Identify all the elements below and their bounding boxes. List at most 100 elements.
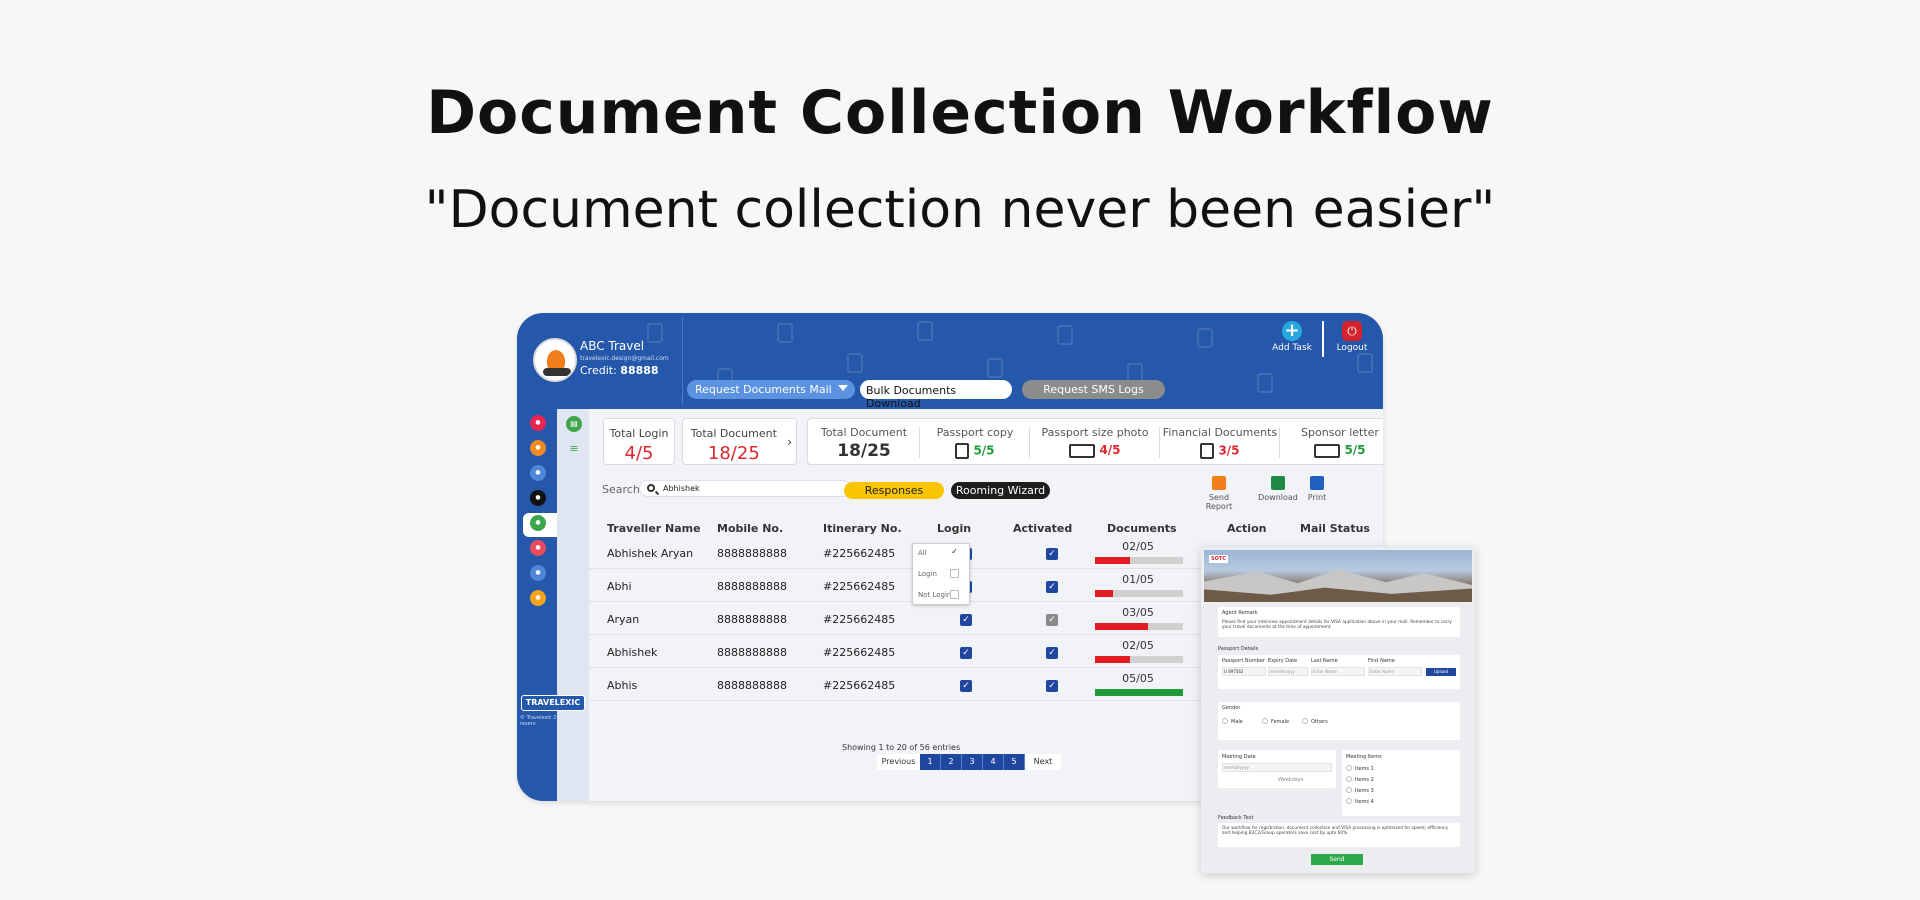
gender-radio-others[interactable] xyxy=(1302,718,1308,724)
login-checkbox[interactable]: ✓ xyxy=(960,680,972,692)
documents-progress-bar xyxy=(1095,557,1183,564)
itinerary-number: #225662485 xyxy=(823,679,896,692)
meeting-item-radio[interactable] xyxy=(1346,765,1352,771)
documents-progress-bar xyxy=(1095,590,1183,597)
activated-checkbox[interactable]: ✓ xyxy=(1046,581,1058,593)
not-login-filter-checkbox[interactable] xyxy=(950,590,959,599)
dashboard-icon[interactable]: ● xyxy=(530,415,546,431)
sub-nav-list-icon[interactable]: ≡ xyxy=(566,441,582,457)
gender-radio-female[interactable] xyxy=(1262,718,1268,724)
users-icon[interactable]: ● xyxy=(530,515,546,531)
upload-button[interactable]: Upload xyxy=(1426,668,1456,676)
chevron-right-icon[interactable]: › xyxy=(787,435,792,449)
add-task-label: Add Task xyxy=(1272,343,1312,353)
printer-icon xyxy=(1310,476,1324,490)
doc-col: Sponsor letter 5/5 xyxy=(1280,419,1383,466)
headline: Document Collection Workflow xyxy=(426,78,1494,148)
table-header: Traveller Name xyxy=(607,522,701,535)
login-checkbox[interactable]: ✓ xyxy=(960,647,972,659)
mail-icon xyxy=(1212,476,1226,490)
checkmark-icon[interactable]: ✓ xyxy=(950,548,959,557)
documents-count: 02/05 xyxy=(1122,639,1154,652)
doc-col-label: Financial Documents xyxy=(1162,426,1278,439)
documents-progress-bar xyxy=(1095,656,1183,663)
documents-progress-bar xyxy=(1095,689,1183,696)
feedback-box[interactable]: Our workflow for registration, document … xyxy=(1218,823,1460,847)
request-sms-logs-button[interactable]: Request SMS Logs xyxy=(1022,380,1165,399)
first-name-field[interactable]: Enter Name xyxy=(1368,667,1422,676)
documents-count: 01/05 xyxy=(1122,573,1154,586)
rooming-wizard-button[interactable]: Rooming Wizard xyxy=(951,482,1050,499)
logout-button[interactable]: ⏻ Logout xyxy=(1333,321,1371,353)
expiry-date-field[interactable]: mm/dd/yyyy xyxy=(1268,667,1308,676)
previous-button[interactable]: Previous xyxy=(877,754,920,770)
page-number-button[interactable]: 1 xyxy=(920,754,941,770)
documents-count: 02/05 xyxy=(1122,540,1154,553)
sub-nav-bus-icon[interactable]: ▤ xyxy=(566,416,582,432)
print-button[interactable]: Print xyxy=(1295,476,1339,502)
login-filter-option[interactable]: Login xyxy=(918,570,937,578)
feedback-label: Feedback Text xyxy=(1218,815,1254,821)
page-number-button[interactable]: 5 xyxy=(1004,754,1025,770)
activated-checkbox[interactable]: ✓ xyxy=(1046,548,1058,560)
total-document-card[interactable]: Total Document 18/25 › xyxy=(682,418,797,465)
page-number-button[interactable]: 4 xyxy=(983,754,1004,770)
send-report-button[interactable]: Send Report xyxy=(1197,476,1241,511)
tag-icon[interactable]: ● xyxy=(530,540,546,556)
page-number-button[interactable]: 3 xyxy=(962,754,983,770)
login-filter-option[interactable]: Not Login xyxy=(918,591,951,599)
send-button[interactable]: Send xyxy=(1311,854,1363,865)
documents-count: 03/05 xyxy=(1122,606,1154,619)
last-name-label: Last Name xyxy=(1311,658,1338,664)
share-icon[interactable]: ● xyxy=(530,565,546,581)
trophy-icon[interactable]: ● xyxy=(530,440,546,456)
meeting-date-hint: Weekdays xyxy=(1278,777,1304,783)
traveller-name: Abhishek xyxy=(607,646,658,659)
people-icon[interactable]: ● xyxy=(530,465,546,481)
passport-number-field[interactable]: U 897562 xyxy=(1222,667,1266,676)
meeting-item-radio[interactable] xyxy=(1346,776,1352,782)
table-header: Mail Status xyxy=(1300,522,1370,535)
credit-display: Credit: 88888 xyxy=(580,364,659,377)
doc-col-label: Passport copy xyxy=(936,426,1014,439)
activated-checkbox[interactable]: ✓ xyxy=(1046,680,1058,692)
add-task-button[interactable]: + Add Task xyxy=(1272,321,1312,353)
login-filter-option[interactable]: All xyxy=(918,549,927,557)
credit-value: 88888 xyxy=(620,364,659,377)
itinerary-number: #225662485 xyxy=(823,547,896,560)
download-button[interactable]: Download xyxy=(1256,476,1300,502)
edit-icon[interactable]: ● xyxy=(530,590,546,606)
toolbar-divider xyxy=(1322,321,1324,357)
mobile-number: 8888888888 xyxy=(717,580,787,593)
first-name-label: First Name xyxy=(1368,658,1395,664)
search-input[interactable]: Abhishek xyxy=(639,480,851,497)
passport-icon xyxy=(955,443,970,459)
doc-col: Financial Documents 3/5 xyxy=(1160,419,1280,466)
meeting-item-label: Items 3 xyxy=(1355,788,1374,794)
doc-col-row: 5/5 xyxy=(920,443,1030,459)
table-header: Mobile No. xyxy=(717,522,784,535)
page-number-button[interactable]: 2 xyxy=(941,754,962,770)
building-icon[interactable]: ● xyxy=(530,490,546,506)
login-checkbox[interactable]: ✓ xyxy=(960,614,972,626)
responses-button[interactable]: Responses xyxy=(844,482,944,499)
next-button[interactable]: Next xyxy=(1025,754,1061,770)
meeting-item-radio[interactable] xyxy=(1346,787,1352,793)
bulk-documents-download-button[interactable]: Bulk Documents Download xyxy=(860,380,1012,410)
login-filter-checkbox[interactable] xyxy=(950,569,959,578)
excel-icon xyxy=(1271,476,1285,490)
meeting-date-field[interactable]: mm/dd/yyyy xyxy=(1222,763,1332,772)
doc-col-row: 4/5 xyxy=(1030,443,1160,458)
company-name: ABC Travel xyxy=(580,339,645,353)
activated-checkbox[interactable]: ✓ xyxy=(1046,647,1058,659)
last-name-field[interactable]: Enter Name xyxy=(1311,667,1365,676)
request-documents-mail-button[interactable]: Request Documents Mail xyxy=(687,380,855,399)
gender-radio-male[interactable] xyxy=(1222,718,1228,724)
logout-label: Logout xyxy=(1336,343,1368,353)
activated-checkbox[interactable]: ✓ xyxy=(1046,614,1058,626)
itinerary-number: #225662485 xyxy=(823,580,896,593)
meeting-item-radio[interactable] xyxy=(1346,798,1352,804)
feedback-text: Our workflow for registration, document … xyxy=(1222,826,1448,836)
doc-col-row: 3/5 xyxy=(1160,443,1280,459)
login-filter-dropdown[interactable]: All ✓ Login Not Login xyxy=(912,543,970,605)
